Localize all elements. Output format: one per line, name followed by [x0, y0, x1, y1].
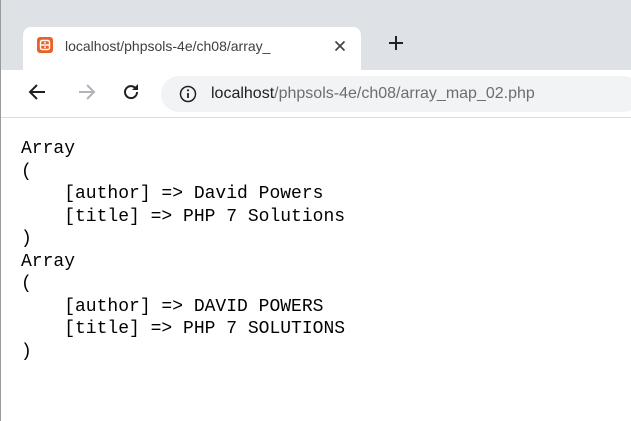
- reload-icon: [121, 82, 141, 107]
- output-line: Array: [21, 251, 76, 272]
- url-path: /phpsols-4e/ch08/array_map_02.php: [274, 85, 535, 102]
- plus-icon: [388, 35, 404, 56]
- reload-button[interactable]: [119, 82, 143, 106]
- output-line: (: [21, 274, 32, 294]
- output-line: [title] => PHP 7 SOLUTIONS: [21, 319, 346, 339]
- tab-title: localhost/phpsols-4e/ch08/array_: [65, 38, 271, 54]
- forward-button[interactable]: [75, 82, 99, 106]
- tab-strip: localhost/phpsols-4e/ch08/array_: [1, 0, 631, 70]
- back-button[interactable]: [25, 82, 49, 106]
- output-line: [author] => David Powers: [21, 184, 324, 204]
- server-favicon-icon: [37, 37, 53, 53]
- back-arrow-icon: [27, 82, 47, 107]
- browser-toolbar: localhost/phpsols-4e/ch08/array_map_02.p…: [1, 70, 631, 118]
- output-line: ): [21, 341, 32, 362]
- output-line: (: [21, 161, 32, 182]
- new-tab-button[interactable]: [384, 33, 408, 57]
- output-line: ): [21, 229, 32, 249]
- output-line: Array: [21, 139, 76, 159]
- page-content: Array( [author] => David Powers [title] …: [21, 138, 621, 418]
- info-icon[interactable]: [179, 85, 197, 103]
- browser-window: localhost/phpsols-4e/ch08/array_ localho…: [0, 0, 631, 421]
- forward-arrow-icon: [77, 82, 97, 107]
- close-icon[interactable]: [330, 36, 350, 56]
- address-bar[interactable]: localhost/phpsols-4e/ch08/array_map_02.p…: [161, 76, 631, 112]
- print-r-output: Array( [author] => David Powers [title] …: [21, 138, 621, 363]
- url-text[interactable]: localhost/phpsols-4e/ch08/array_map_02.p…: [211, 84, 535, 104]
- output-line: [title] => PHP 7 Solutions: [21, 206, 346, 227]
- active-tab[interactable]: localhost/phpsols-4e/ch08/array_: [23, 27, 361, 70]
- url-host: localhost: [211, 85, 275, 102]
- output-line: [author] => DAVID POWERS: [21, 296, 324, 317]
